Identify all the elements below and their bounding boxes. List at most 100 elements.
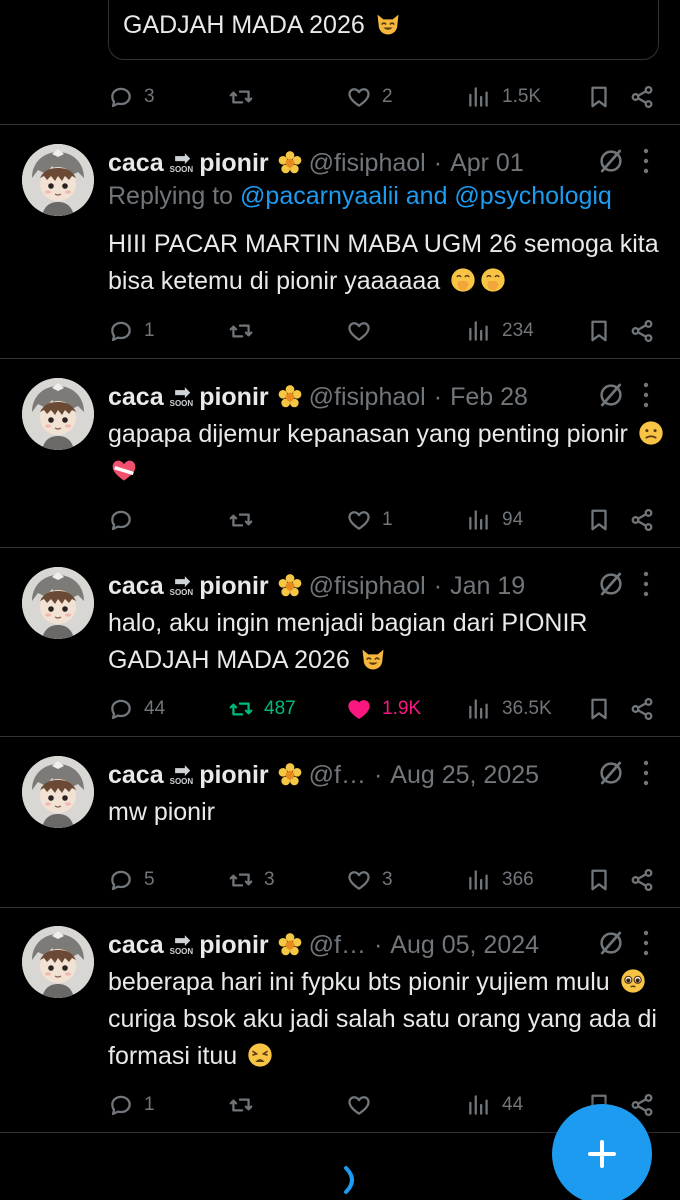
share-button[interactable] <box>629 865 655 895</box>
soon-arrow-emoji: ➡ SOON <box>169 571 194 597</box>
avatar[interactable] <box>22 567 94 639</box>
like-button[interactable]: 3 <box>346 865 393 895</box>
user-handle[interactable]: @fisiphaol <box>309 383 426 412</box>
reply-icon <box>108 318 134 344</box>
grok-icon[interactable] <box>596 569 626 599</box>
display-name-suffix[interactable]: pionir <box>199 572 268 601</box>
like-button[interactable]: 1 <box>346 505 393 535</box>
tweet-date[interactable]: Aug 05, 2024 <box>390 931 539 960</box>
avatar[interactable] <box>22 144 94 216</box>
share-button[interactable] <box>629 82 655 112</box>
tweet-text: gapapa dijemur kepanasan yang penting pi… <box>108 416 668 490</box>
like-button[interactable]: 2 <box>346 82 393 112</box>
more-icon[interactable] <box>641 569 651 599</box>
tweet-header: caca ➡ SOON pionir @f… · Aug 25, 2025 <box>108 758 668 792</box>
views-button[interactable]: 44 <box>466 1090 523 1120</box>
bookmark-button[interactable] <box>586 505 612 535</box>
share-icon <box>629 318 655 344</box>
more-icon[interactable] <box>641 758 651 788</box>
display-name-suffix[interactable]: pionir <box>199 931 268 960</box>
divider <box>0 907 680 908</box>
retweet-button[interactable]: 487 <box>228 694 296 724</box>
views-icon <box>466 696 492 722</box>
replying-to: Replying to @pacarnyaalii and @psycholog… <box>108 182 612 210</box>
divider <box>0 124 680 125</box>
flower-emoji <box>277 150 303 176</box>
display-name[interactable]: caca <box>108 149 164 178</box>
views-icon <box>466 1092 492 1118</box>
flower-emoji <box>277 762 303 788</box>
display-name[interactable]: caca <box>108 761 164 790</box>
views-button[interactable]: 234 <box>466 316 534 346</box>
reply-button[interactable] <box>108 505 144 535</box>
tweet-header: caca ➡ SOON pionir @fisiphaol · Feb 28 <box>108 380 668 414</box>
grok-icon[interactable] <box>596 758 626 788</box>
bookmark-button[interactable] <box>586 82 612 112</box>
tweet-actions: 3 2 1.5K <box>108 82 656 112</box>
reply-button[interactable]: 3 <box>108 82 155 112</box>
views-button[interactable]: 366 <box>466 865 534 895</box>
avatar[interactable] <box>22 378 94 450</box>
retweet-button[interactable] <box>228 82 264 112</box>
bookmark-icon <box>586 867 612 893</box>
views-button[interactable]: 36.5K <box>466 694 552 724</box>
bookmark-button[interactable] <box>586 694 612 724</box>
more-icon[interactable] <box>641 146 651 176</box>
reply-button[interactable]: 1 <box>108 1090 155 1120</box>
reply-icon <box>108 867 134 893</box>
tweet-date[interactable]: Feb 28 <box>450 383 528 412</box>
tweet-date[interactable]: Jan 19 <box>450 572 525 601</box>
views-icon <box>466 318 492 344</box>
share-icon <box>629 84 655 110</box>
replying-to-users-link[interactable]: @pacarnyaalii and @psychologiq <box>240 182 612 210</box>
reply-button[interactable]: 1 <box>108 316 155 346</box>
soon-arrow-emoji: ➡ SOON <box>169 930 194 956</box>
like-button[interactable] <box>346 316 382 346</box>
like-icon <box>346 318 372 344</box>
user-handle[interactable]: @f… <box>309 761 366 790</box>
grok-icon[interactable] <box>596 146 626 176</box>
tweet-date[interactable]: Apr 01 <box>450 149 524 178</box>
like-button[interactable] <box>346 1090 382 1120</box>
display-name[interactable]: caca <box>108 931 164 960</box>
more-icon[interactable] <box>641 928 651 958</box>
like-button[interactable]: 1.9K <box>346 694 421 724</box>
share-button[interactable] <box>629 316 655 346</box>
reply-button[interactable]: 5 <box>108 865 155 895</box>
divider <box>0 358 680 359</box>
user-handle[interactable]: @f… <box>309 931 366 960</box>
grok-icon[interactable] <box>596 928 626 958</box>
tweet-date[interactable]: Aug 25, 2025 <box>390 761 539 790</box>
bookmark-icon <box>586 84 612 110</box>
smiling-cat-emoji <box>359 645 387 673</box>
grok-icon[interactable] <box>596 380 626 410</box>
retweet-button[interactable] <box>228 1090 264 1120</box>
user-handle[interactable]: @fisiphaol <box>309 572 426 601</box>
views-button[interactable]: 94 <box>466 505 523 535</box>
bandaged-heart-emoji <box>110 456 138 484</box>
compose-button[interactable] <box>552 1104 652 1200</box>
bookmark-button[interactable] <box>586 865 612 895</box>
display-name-suffix[interactable]: pionir <box>199 149 268 178</box>
views-button[interactable]: 1.5K <box>466 82 541 112</box>
reply-button[interactable]: 44 <box>108 694 165 724</box>
share-button[interactable] <box>629 505 655 535</box>
more-icon[interactable] <box>641 380 651 410</box>
tweet-actions: 1 94 <box>108 505 656 535</box>
compose-icon <box>588 1140 616 1168</box>
avatar[interactable] <box>22 926 94 998</box>
user-handle[interactable]: @fisiphaol <box>309 149 426 178</box>
display-name-suffix[interactable]: pionir <box>199 761 268 790</box>
avatar[interactable] <box>22 756 94 828</box>
bookmark-icon <box>586 507 612 533</box>
retweet-button[interactable]: 3 <box>228 865 275 895</box>
flower-emoji <box>277 573 303 599</box>
retweet-button[interactable] <box>228 316 264 346</box>
bookmark-button[interactable] <box>586 316 612 346</box>
display-name[interactable]: caca <box>108 383 164 412</box>
display-name[interactable]: caca <box>108 572 164 601</box>
share-button[interactable] <box>629 694 655 724</box>
retweet-button[interactable] <box>228 505 264 535</box>
quoted-tweet-card[interactable]: GADJAH MADA 2026 <box>108 0 659 60</box>
display-name-suffix[interactable]: pionir <box>199 383 268 412</box>
